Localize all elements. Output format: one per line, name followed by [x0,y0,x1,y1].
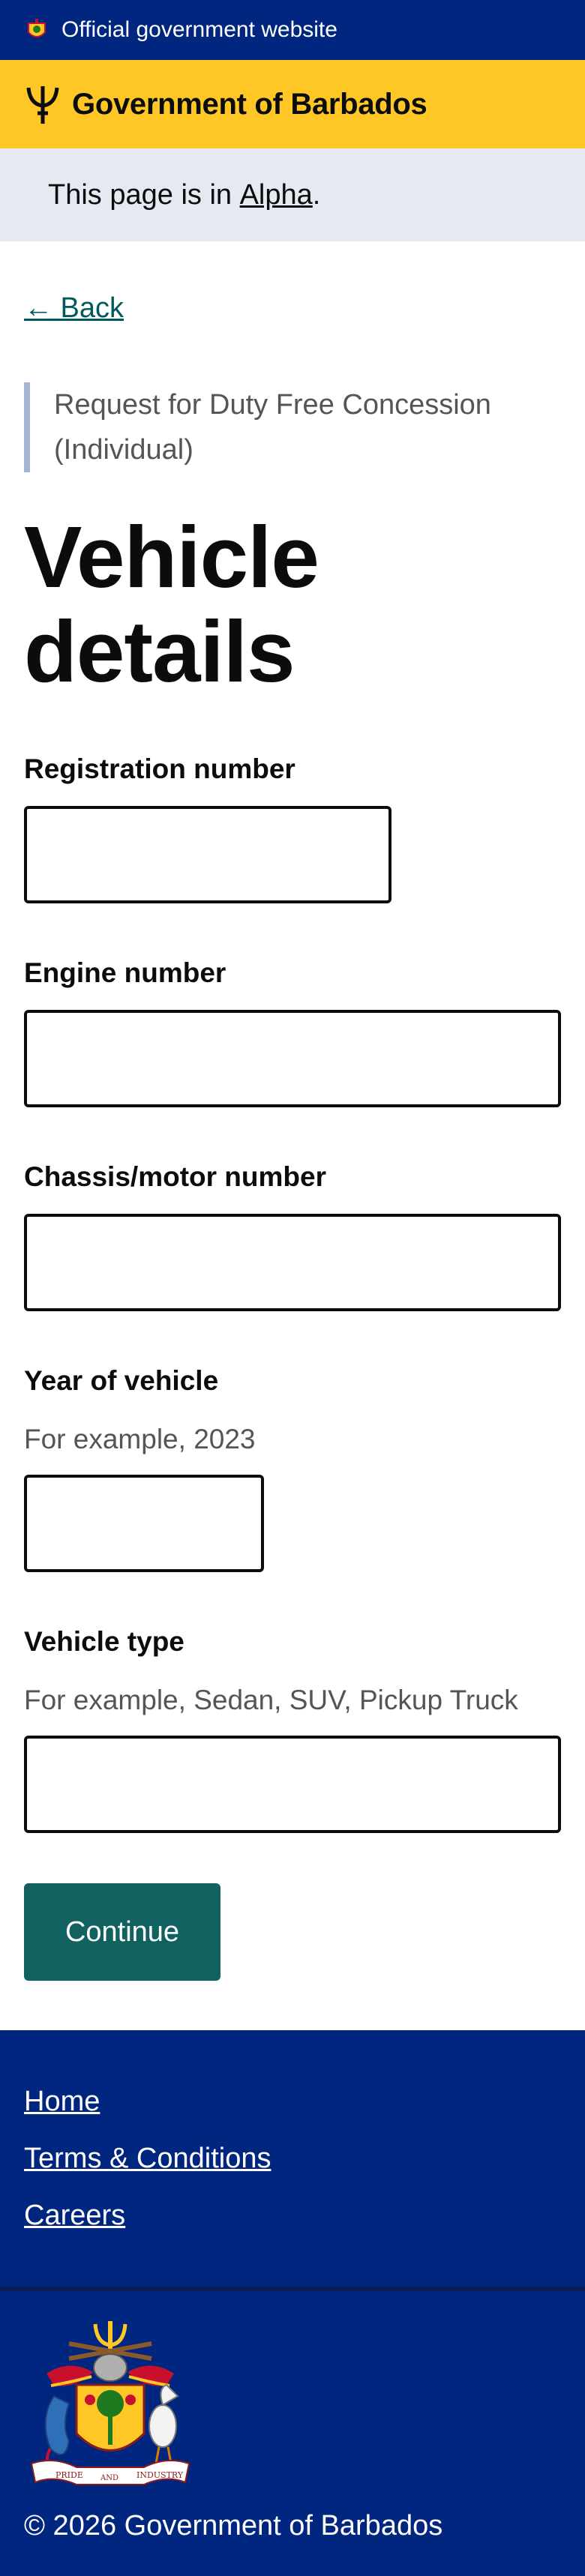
site-footer: Home Terms & Conditions Careers PRIDE AN… [0,2030,585,2576]
footer-copyright: © 2026 Government of Barbados [24,2510,443,2542]
year-of-vehicle-label: Year of vehicle [24,1365,219,1396]
form-caption: Request for Duty Free Concession (Indivi… [24,382,549,472]
phase-tag-link[interactable]: Alpha [240,179,313,211]
vehicle-type-label: Vehicle type [24,1626,184,1657]
footer-divider [0,2287,585,2291]
chassis-number-label: Chassis/motor number [24,1161,326,1192]
year-of-vehicle-hint: For example, 2023 [24,1424,256,1454]
official-banner-text: Official government website [62,17,338,42]
barbados-crest-icon [28,19,46,37]
official-banner: Official government website [0,0,585,60]
phase-suffix: . [312,178,321,211]
trident-icon [26,86,59,124]
footer-link-home[interactable]: Home [24,2086,100,2118]
page-title: Vehicle details [24,508,320,700]
phase-prefix: This page is in [48,178,232,211]
engine-number-label: Engine number [24,957,226,988]
coat-of-arms-icon: PRIDE AND INDUSTRY [30,2321,190,2485]
year-of-vehicle-input[interactable] [24,1475,264,1572]
vehicle-type-hint: For example, Sedan, SUV, Pickup Truck [24,1685,518,1715]
motto-word-industry: INDUSTRY [136,2470,184,2480]
engine-number-input[interactable] [24,1010,561,1107]
registration-number-input[interactable] [24,806,392,903]
site-title[interactable]: Government of Barbados [72,88,428,121]
continue-button[interactable]: Continue [24,1883,220,1981]
motto-word-and: AND [100,2474,118,2482]
footer-link-terms[interactable]: Terms & Conditions [24,2143,271,2175]
vehicle-type-input[interactable] [24,1736,561,1833]
site-header: Government of Barbados [0,60,585,148]
back-link[interactable]: ← Back [24,292,124,325]
motto-word-pride: PRIDE [56,2470,83,2480]
chassis-number-input[interactable] [24,1214,561,1311]
footer-link-careers[interactable]: Careers [24,2200,125,2232]
registration-number-label: Registration number [24,753,296,784]
phase-banner: This page is in Alpha. [0,148,585,241]
